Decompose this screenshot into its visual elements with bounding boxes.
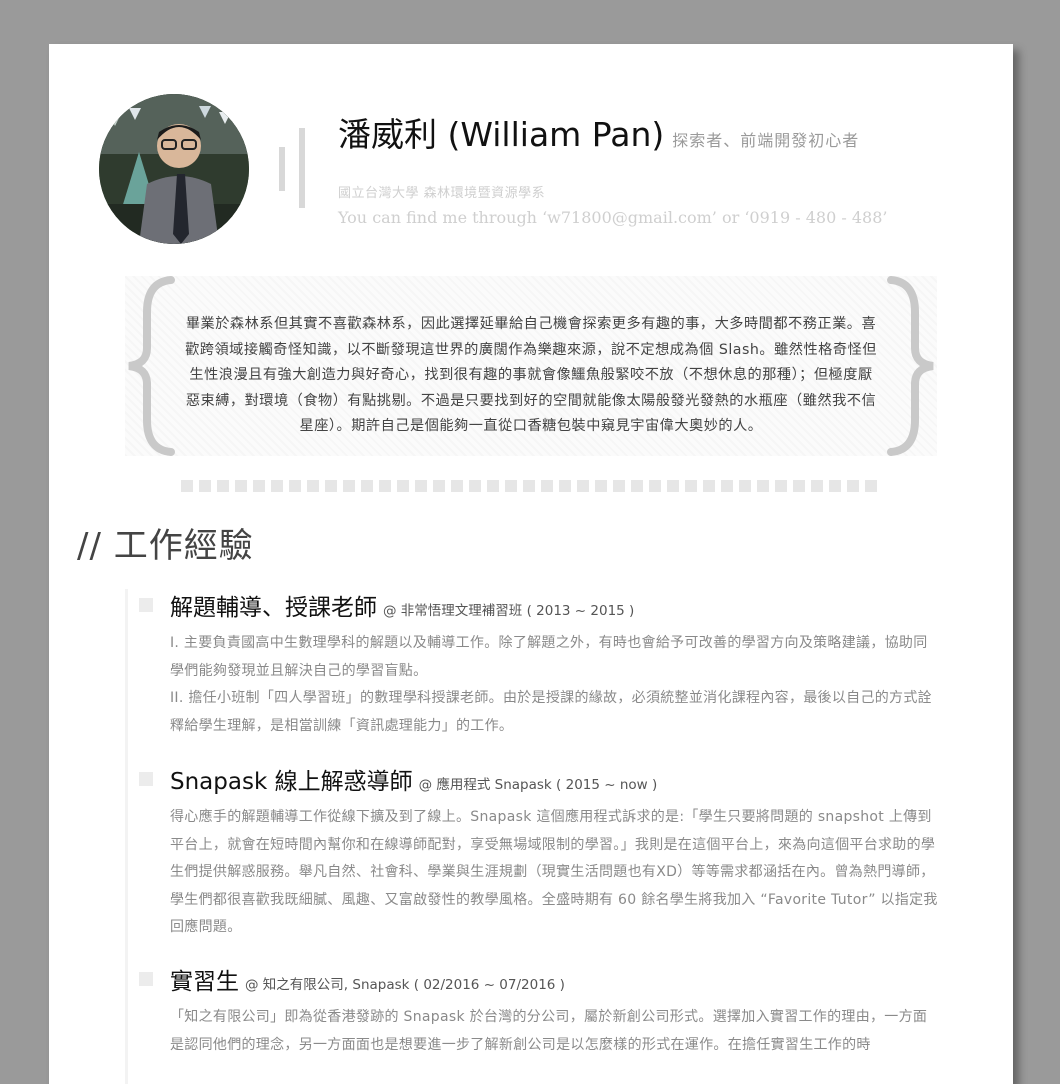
profile-name-line: 潘威利 (William Pan) 探索者、前端開發初心者: [338, 114, 859, 162]
job-paragraph: 「知之有限公司」即為從香港發跡的 Snapask 於台灣的分公司，屬於新創公司形…: [170, 1009, 928, 1053]
profile-photo-image: [99, 94, 249, 244]
job-org: @ 應用程式 Snapask ( 2015 ~ now ): [418, 777, 658, 793]
job-description: 得心應手的解題輔導工作從線下擴及到了線上。Snapask 這個應用程式訴求的是:…: [170, 804, 939, 942]
job-marker: [139, 598, 153, 612]
profile-tagline: 探索者、前端開發初心者: [672, 131, 860, 150]
job-title: Snapask 線上解惑導師: [170, 769, 413, 795]
header-divider-short: [279, 147, 285, 191]
job-header: Snapask 線上解惑導師 @ 應用程式 Snapask ( 2015 ~ no…: [139, 762, 939, 796]
profile-name: 潘威利 (William Pan): [338, 115, 665, 154]
bio-right-brace: [887, 276, 934, 456]
job-description: 「知之有限公司」即為從香港發跡的 Snapask 於台灣的分公司，屬於新創公司形…: [170, 1004, 939, 1059]
bio-text: 畢業於森林系但其實不喜歡森林系，因此選擇延畢給自己機會探索更多有趣的事，大多時間…: [185, 316, 877, 434]
resume-sheet: 潘威利 (William Pan) 探索者、前端開發初心者 國立台灣大學 森林環境…: [49, 44, 1013, 1084]
job-paragraph: 得心應手的解題輔導工作從線下擴及到了線上。Snapask 這個應用程式訴求的是:…: [170, 809, 938, 935]
job-item: 解題輔導、授課老師 @ 非常悟理文理補習班 ( 2013 ~ 2015 ) I. …: [139, 588, 939, 740]
job-marker: [139, 772, 153, 786]
header-divider-tall: [299, 128, 305, 208]
job-title: 解題輔導、授課老師: [170, 595, 377, 621]
profile-contact: You can find me through ‘w71800@gmail.co…: [338, 208, 888, 227]
work-experience-heading: // 工作經驗: [77, 526, 254, 566]
bio-left-brace: [128, 276, 175, 456]
job-item: Snapask 線上解惑導師 @ 應用程式 Snapask ( 2015 ~ no…: [139, 762, 939, 942]
section-separator: [181, 480, 883, 492]
job-marker: [139, 972, 153, 986]
job-paragraph: II. 擔任小班制「四人學習班」的數理學科授課老師。由於是授課的緣故，必須統整並…: [170, 690, 932, 734]
job-header: 解題輔導、授課老師 @ 非常悟理文理補習班 ( 2013 ~ 2015 ): [139, 588, 939, 622]
job-item: 實習生 @ 知之有限公司, Snapask ( 02/2016 ~ 07/2016…: [139, 962, 939, 1059]
job-org: @ 非常悟理文理補習班 ( 2013 ~ 2015 ): [383, 603, 635, 619]
job-description: I. 主要負責國高中生數理學科的解題以及輔導工作。除了解題之外，有時也會給予可改…: [170, 630, 939, 740]
bio-block: 畢業於森林系但其實不喜歡森林系，因此選擇延畢給自己機會探索更多有趣的事，大多時間…: [125, 276, 937, 456]
job-org: @ 知之有限公司, Snapask ( 02/2016 ~ 07/2016 ): [245, 977, 565, 993]
profile-school: 國立台灣大學 森林環境暨資源學系: [338, 186, 546, 201]
job-title: 實習生: [170, 969, 239, 995]
profile-photo: [99, 94, 249, 244]
timeline-line: [125, 589, 128, 1084]
job-header: 實習生 @ 知之有限公司, Snapask ( 02/2016 ~ 07/2016…: [139, 962, 939, 996]
job-paragraph: I. 主要負責國高中生數理學科的解題以及輔導工作。除了解題之外，有時也會給予可改…: [170, 635, 928, 679]
